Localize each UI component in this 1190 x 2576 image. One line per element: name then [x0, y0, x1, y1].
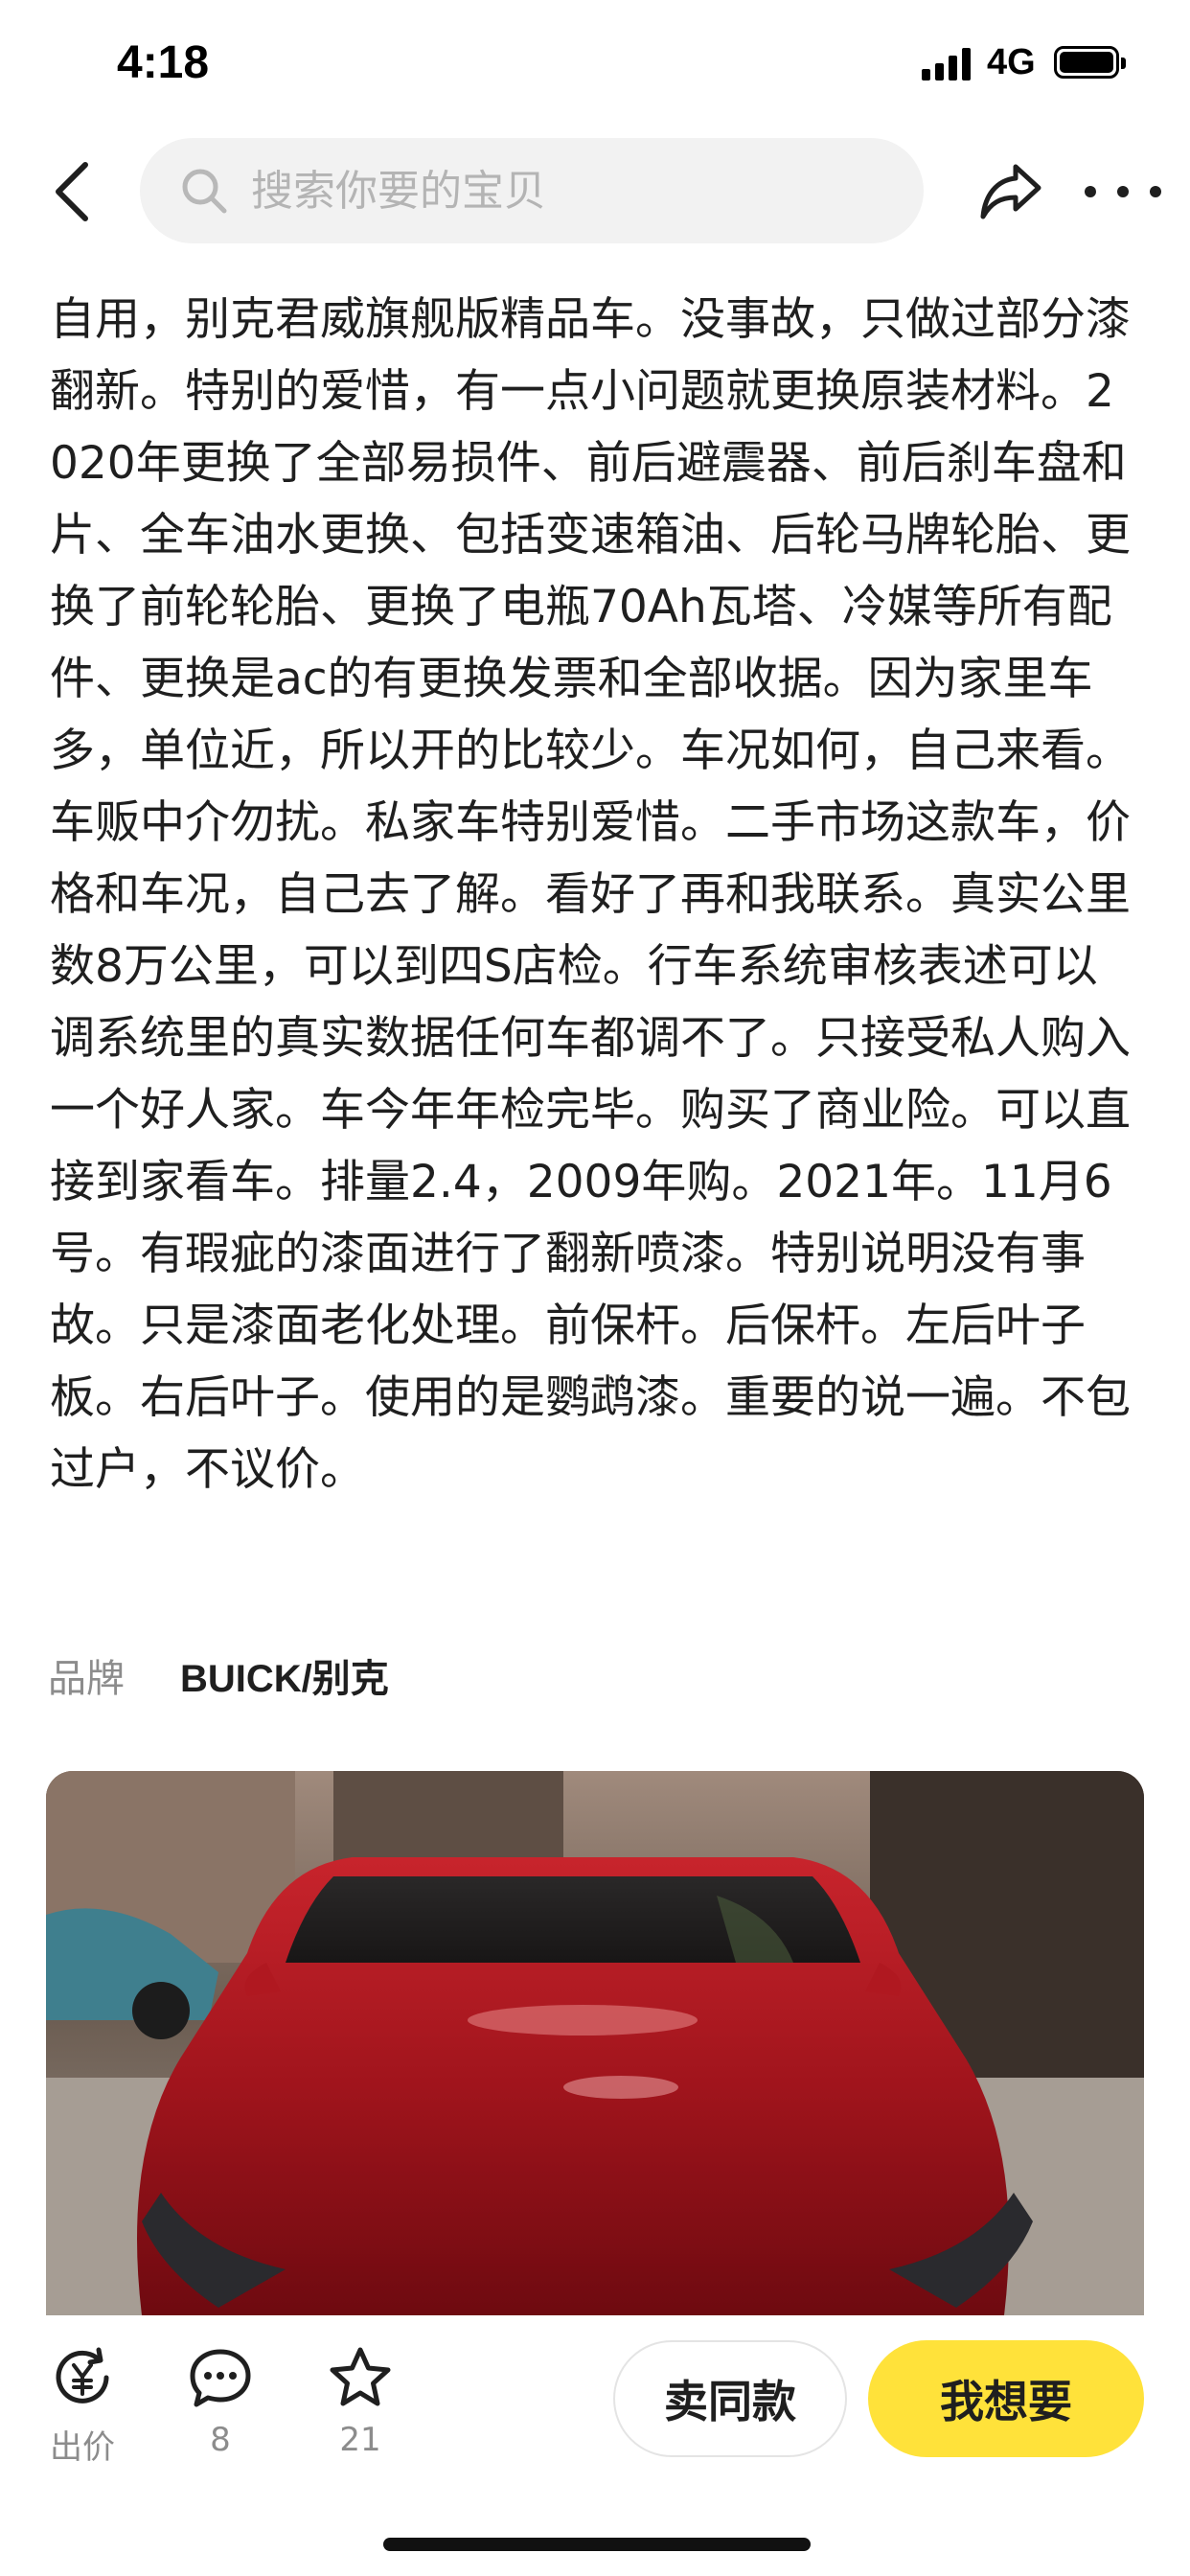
bottom-action-bar: 出价 8 21 卖同款 我想要 [0, 2315, 1190, 2576]
brand-row: 品牌 BUICK/别克 [48, 1646, 389, 1704]
network-type: 4G [987, 42, 1036, 82]
favorite-button[interactable]: 21 [303, 2344, 418, 2459]
home-indicator [383, 2538, 811, 2551]
car-photo-image [46, 1771, 1144, 2315]
nav-bar [0, 134, 1190, 249]
chevron-left-icon [56, 162, 88, 221]
item-description: 自用，别克君威旗舰版精品车。没事故，只做过部分漆翻新。特别的爱惜，有一点小问题就… [50, 293, 1131, 1496]
more-button[interactable] [1085, 169, 1161, 215]
more-dot-icon [1150, 186, 1161, 197]
offer-label: 出价 [50, 2428, 115, 2467]
status-time: 4:18 [117, 37, 210, 88]
favorite-count: 21 [339, 2421, 381, 2459]
brand-value: BUICK/别克 [180, 1658, 389, 1700]
back-button[interactable] [38, 155, 105, 228]
status-bar: 4:18 4G [0, 0, 1190, 129]
comment-button[interactable]: 8 [163, 2344, 278, 2459]
battery-icon [1054, 46, 1126, 79]
yuan-offer-icon [56, 2347, 109, 2404]
item-photo[interactable] [46, 1771, 1144, 2315]
brand-label: 品牌 [48, 1657, 125, 1701]
comment-count: 8 [210, 2421, 231, 2459]
more-dot-icon [1085, 186, 1096, 197]
search-input[interactable] [249, 165, 885, 217]
want-button[interactable]: 我想要 [868, 2340, 1144, 2457]
share-icon [980, 164, 1041, 219]
sell-same-button[interactable]: 卖同款 [613, 2340, 847, 2457]
search-bar[interactable] [140, 138, 924, 243]
star-icon [330, 2347, 391, 2406]
search-icon [182, 169, 227, 214]
signal-icon [922, 48, 972, 80]
share-button[interactable] [977, 161, 1044, 222]
comment-icon [190, 2349, 251, 2407]
offer-button[interactable]: 出价 [25, 2344, 140, 2468]
more-dot-icon [1117, 186, 1129, 197]
